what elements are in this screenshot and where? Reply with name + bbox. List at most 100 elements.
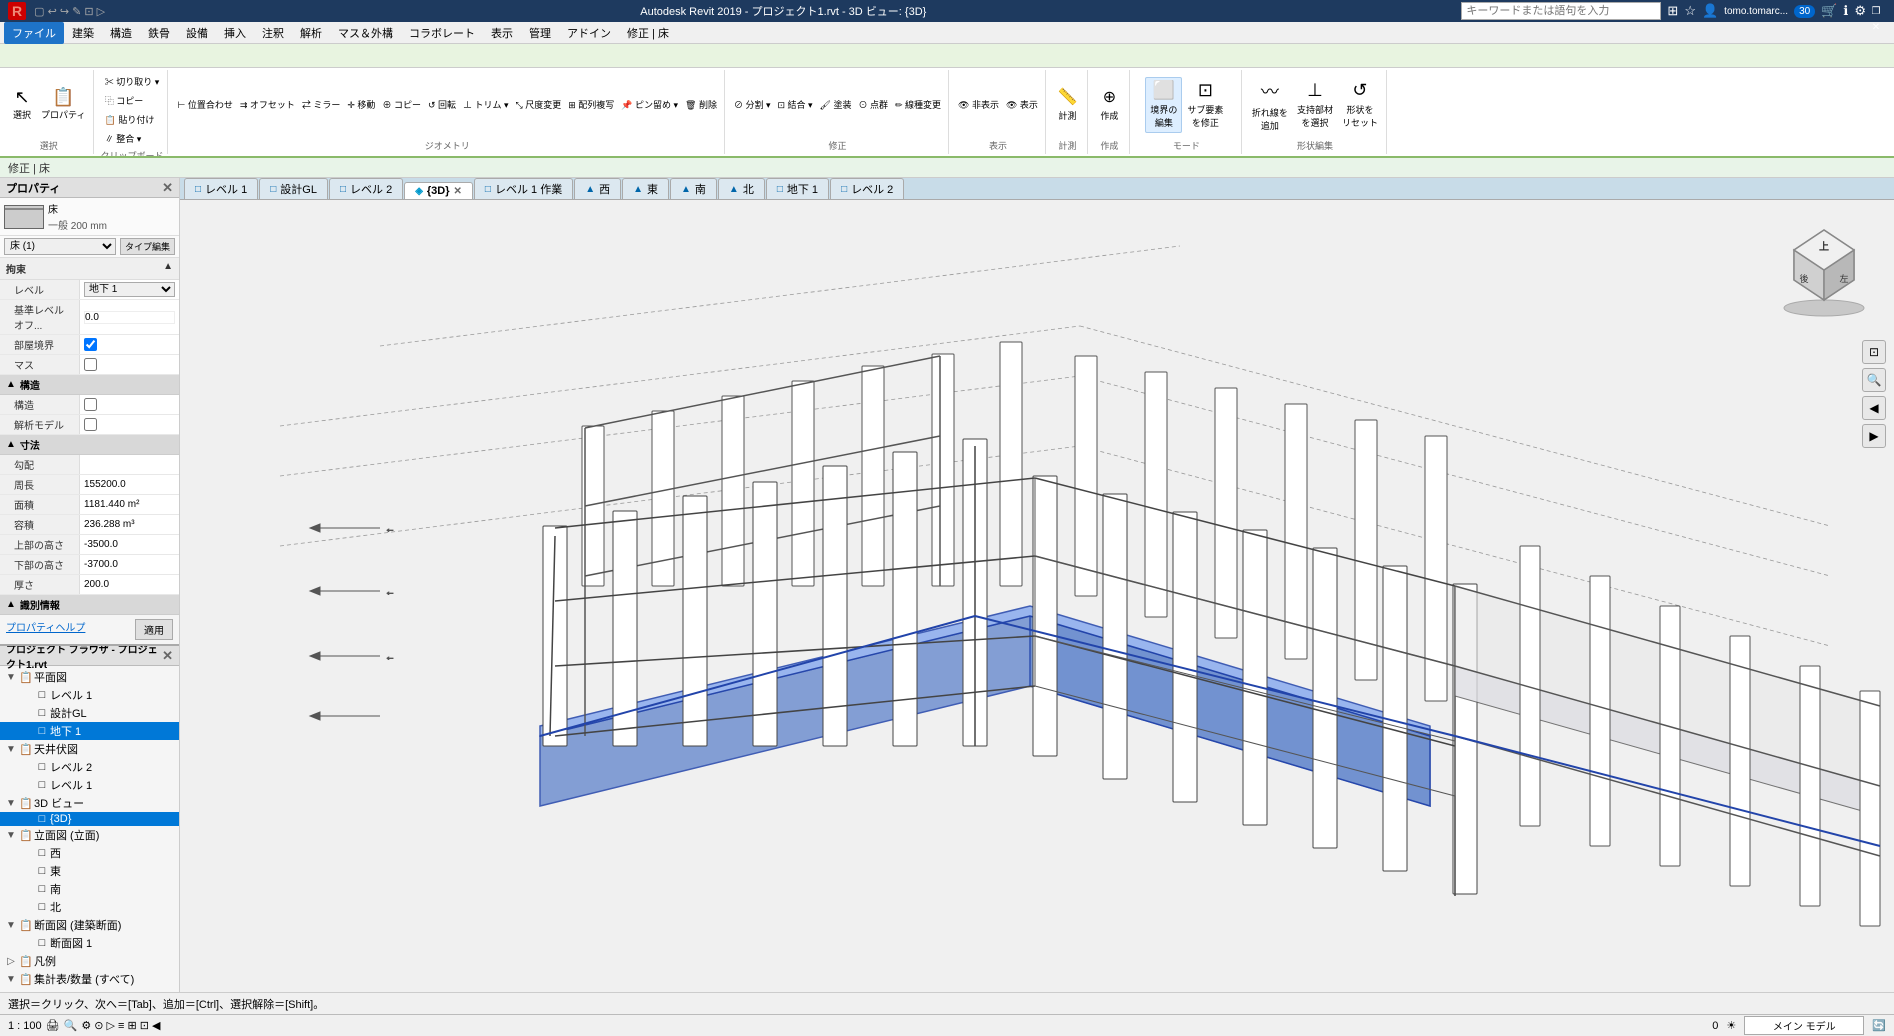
select-btn[interactable]: ↖ 選択 (8, 77, 36, 133)
menu-architecture[interactable]: 建築 (64, 22, 102, 44)
edit-boundary-btn[interactable]: ⬜ 境界の編集 (1145, 77, 1182, 133)
align-btn[interactable]: ⊢ 位置合わせ (174, 96, 235, 114)
trim-btn[interactable]: ⊥ トリム ▾ (460, 96, 512, 114)
tab-designgl[interactable]: □ 設計GL (259, 178, 328, 199)
scale-btn[interactable]: ⤡ 尺度変更 (513, 96, 565, 114)
type-edit-btn[interactable]: タイプ編集 (120, 238, 175, 255)
menu-structure[interactable]: 構造 (102, 22, 140, 44)
pin-btn[interactable]: 📌 ピン留め ▾ (618, 96, 681, 114)
property-help-link[interactable]: プロパティヘルプ (6, 619, 85, 640)
add-fold-btn[interactable]: 〰 折れ線を追加 (1248, 77, 1292, 133)
pointcloud-btn[interactable]: ⊙ 点群 (855, 96, 891, 114)
tree-designgl[interactable]: □ 設計GL (0, 704, 179, 722)
menu-annotate[interactable]: 注釈 (254, 22, 292, 44)
join-btn[interactable]: ⊡ 結合 ▾ (774, 96, 815, 114)
tree-south[interactable]: □ 南 (0, 880, 179, 898)
menu-view[interactable]: 表示 (483, 22, 521, 44)
info-icon[interactable]: ℹ (1843, 3, 1848, 19)
sun-icon[interactable]: ☀ (1726, 1019, 1736, 1032)
tree-ceiling-level1[interactable]: □ レベル 1 (0, 776, 179, 794)
tab-level2b[interactable]: □ レベル 2 (830, 178, 904, 199)
tab-level1-work[interactable]: □ レベル 1 作業 (474, 178, 573, 199)
print-icon[interactable]: 🖨 (46, 1019, 60, 1032)
properties-btn[interactable]: 📋 プロパティ (37, 77, 89, 133)
offset-input[interactable] (84, 311, 175, 324)
tree-floor-plans-group[interactable]: ▼ 📋 平面図 (0, 668, 179, 686)
menu-collaborate[interactable]: コラボレート (401, 22, 483, 44)
mass-checkbox[interactable] (84, 358, 97, 371)
tab-3d[interactable]: ◈ {3D} ✕ (404, 182, 473, 199)
tree-3dview-group[interactable]: ▼ 📋 3D ビュー (0, 794, 179, 812)
rotate-btn[interactable]: ↺ 回転 (425, 96, 459, 114)
apply-btn[interactable]: 適用 (135, 619, 173, 640)
tab-east[interactable]: ▲ 東 (622, 178, 669, 199)
menu-analyze[interactable]: 解析 (292, 22, 330, 44)
viewport-3d[interactable]: ← ← ← (180, 200, 1894, 992)
measure-btn[interactable]: 📏 計測 (1053, 85, 1081, 125)
menu-file[interactable]: ファイル (4, 22, 64, 44)
properties-close-btn[interactable]: ✕ (162, 180, 173, 196)
restore-btn[interactable]: ❐ (1866, 3, 1886, 19)
level-select[interactable]: 地下 1 (84, 282, 175, 297)
tree-east[interactable]: □ 東 (0, 862, 179, 880)
menu-modify[interactable]: 修正 | 床 (619, 22, 677, 44)
sync-icon[interactable]: 🔄 (1872, 1019, 1886, 1032)
tab-north[interactable]: ▲ 北 (718, 178, 765, 199)
tree-basement1[interactable]: □ 地下 1 (0, 722, 179, 740)
mirror-btn[interactable]: ⇄ ミラー (299, 96, 344, 114)
settings-icon[interactable]: ⚙ (1854, 3, 1866, 19)
modify-subelement-btn[interactable]: ⊡ サブ要素を修正 (1183, 77, 1227, 133)
analysis-checkbox[interactable] (84, 418, 97, 431)
match-btn[interactable]: ∥ 整合 ▾ (102, 129, 163, 147)
tree-ceiling-level2[interactable]: □ レベル 2 (0, 758, 179, 776)
array-btn[interactable]: ⊞ 配列複写 (565, 96, 617, 114)
scroll-left-btn[interactable]: ◀ (1862, 396, 1886, 420)
menu-manage[interactable]: 管理 (521, 22, 559, 44)
tree-3d[interactable]: □ {3D} (0, 812, 179, 826)
structural-checkbox[interactable] (84, 398, 97, 411)
section-identity[interactable]: ▲ 識別情報 (0, 595, 179, 615)
create-btn[interactable]: ⊕ 作成 (1095, 85, 1123, 125)
section-dimensions[interactable]: ▲ 寸法 (0, 435, 179, 455)
tree-section-group[interactable]: ▼ 📋 断面図 (建築断面) (0, 916, 179, 934)
select-support-btn[interactable]: ⊥ 支持部材を選択 (1293, 77, 1337, 133)
tree-door[interactable]: □ ドア (0, 988, 179, 992)
search-icon[interactable]: 🔍 (64, 1019, 78, 1032)
search-area[interactable] (1461, 2, 1661, 20)
paste-btn[interactable]: 📋 貼り付け (102, 110, 163, 128)
collaborate-icon[interactable]: ⊞ (1667, 3, 1678, 19)
tab-level2[interactable]: □ レベル 2 (329, 178, 403, 199)
tree-ceiling-plans-group[interactable]: ▼ 📋 天井伏図 (0, 740, 179, 758)
hide-btn[interactable]: 👁 非表示 (955, 96, 1002, 114)
tree-level1[interactable]: □ レベル 1 (0, 686, 179, 704)
menu-addin[interactable]: アドイン (559, 22, 619, 44)
tab-south[interactable]: ▲ 南 (670, 178, 717, 199)
tree-elevation-group[interactable]: ▼ 📋 立面図 (立面) (0, 826, 179, 844)
zoom-in-btn[interactable]: 🔍 (1862, 368, 1886, 392)
tree-north[interactable]: □ 北 (0, 898, 179, 916)
tab-west[interactable]: ▲ 西 (574, 178, 621, 199)
tab-basement[interactable]: □ 地下 1 (766, 178, 829, 199)
tree-west[interactable]: □ 西 (0, 844, 179, 862)
tree-schedules-group[interactable]: ▼ 📋 集計表/数量 (すべて) (0, 970, 179, 988)
delete-btn[interactable]: 🗑 削除 (682, 96, 720, 114)
zoom-fit-btn[interactable]: ⊡ (1862, 340, 1886, 364)
paint-btn[interactable]: 🖌 塗装 (817, 96, 855, 114)
menu-systems[interactable]: 設備 (178, 22, 216, 44)
cut-btn[interactable]: ✂ 切り取り ▾ (102, 72, 163, 90)
scroll-right-btn[interactable]: ▶ (1862, 424, 1886, 448)
linework-btn[interactable]: ✏ 線種変更 (892, 96, 944, 114)
browser-close-btn[interactable]: ✕ (162, 648, 173, 664)
copy2-btn[interactable]: ⊕ コピー (379, 96, 424, 114)
tab-3d-close[interactable]: ✕ (454, 186, 462, 197)
reset-shape-btn[interactable]: ↺ 形状をリセット (1338, 77, 1382, 133)
instance-dropdown[interactable]: 床 (1) (4, 238, 116, 255)
split-btn[interactable]: ⊘ 分割 ▾ (731, 96, 774, 114)
collapse-constraints[interactable]: ▲ (163, 261, 173, 276)
menu-insert[interactable]: 挿入 (216, 22, 254, 44)
move-btn[interactable]: ✛ 移動 (344, 96, 378, 114)
tree-legend[interactable]: ▷ 📋 凡例 (0, 952, 179, 970)
search-input[interactable] (1461, 2, 1661, 20)
tree-section1[interactable]: □ 断面図 1 (0, 934, 179, 952)
offset-btn[interactable]: ⇉ オフセット (237, 96, 298, 114)
